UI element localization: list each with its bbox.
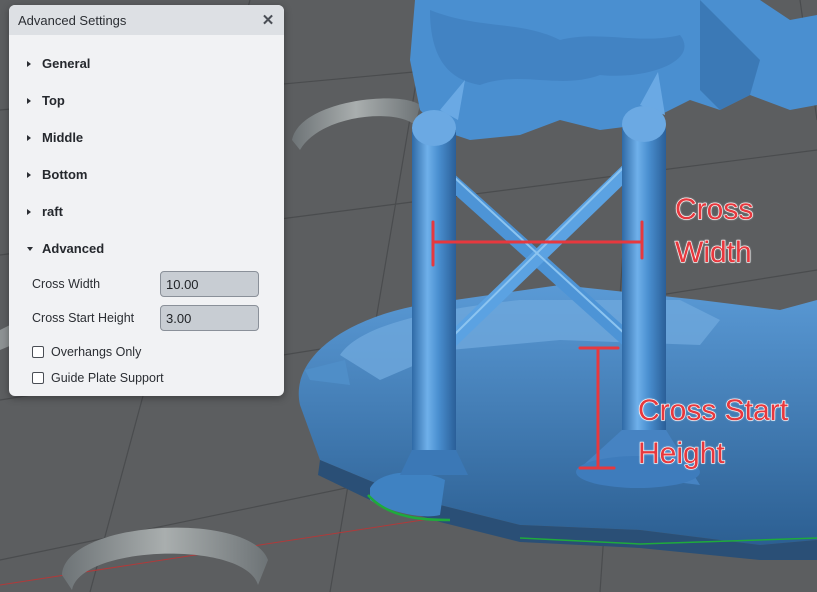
section-list: General Top Middle Bottom raft Advanced … (9, 35, 284, 391)
section-label: Middle (42, 130, 84, 145)
overhangs-only-label: Overhangs Only (51, 345, 142, 359)
section-label: Advanced (42, 241, 105, 256)
section-advanced[interactable]: Advanced (9, 230, 284, 267)
cross-start-height-annotation: Cross Start Height (637, 389, 789, 475)
panel-header: Advanced Settings ✕ (9, 5, 284, 35)
cross-start-height-input[interactable] (160, 305, 259, 331)
section-middle[interactable]: Middle (9, 119, 284, 156)
caret-right-icon (27, 97, 31, 104)
section-general[interactable]: General (9, 45, 284, 82)
advanced-settings-panel: Advanced Settings ✕ General Top Middle B… (9, 5, 284, 396)
caret-down-icon (27, 246, 33, 251)
cross-width-annotation-line2: Width (674, 235, 752, 269)
section-label: Top (42, 93, 65, 108)
section-label: Bottom (42, 167, 88, 182)
overhangs-only-checkbox[interactable] (32, 346, 44, 358)
section-bottom[interactable]: Bottom (9, 156, 284, 193)
close-icon[interactable]: ✕ (260, 11, 276, 29)
section-label: raft (42, 204, 63, 219)
section-raft[interactable]: raft (9, 193, 284, 230)
cross-start-annotation-line1: Cross Start (637, 393, 789, 427)
section-top[interactable]: Top (9, 82, 284, 119)
overhangs-only-row[interactable]: Overhangs Only (9, 339, 284, 365)
cross-start-height-label: Cross Start Height (32, 311, 135, 325)
caret-right-icon (27, 208, 31, 215)
guide-plate-support-label: Guide Plate Support (51, 371, 164, 385)
caret-right-icon (27, 134, 31, 141)
caret-right-icon (27, 171, 31, 178)
section-label: General (42, 56, 91, 71)
panel-title: Advanced Settings (18, 12, 127, 28)
caret-right-icon (27, 60, 31, 67)
guide-plate-support-row[interactable]: Guide Plate Support (9, 365, 284, 391)
cross-start-height-row: Cross Start Height (9, 301, 284, 335)
guide-plate-support-checkbox[interactable] (32, 372, 44, 384)
cross-width-input[interactable] (160, 271, 259, 297)
cross-start-annotation-line2: Height (637, 436, 725, 470)
cross-width-label: Cross Width (32, 277, 101, 291)
cross-width-annotation: Cross Width (674, 188, 754, 274)
cross-width-row: Cross Width (9, 267, 284, 301)
cross-width-annotation-line1: Cross (674, 192, 754, 226)
